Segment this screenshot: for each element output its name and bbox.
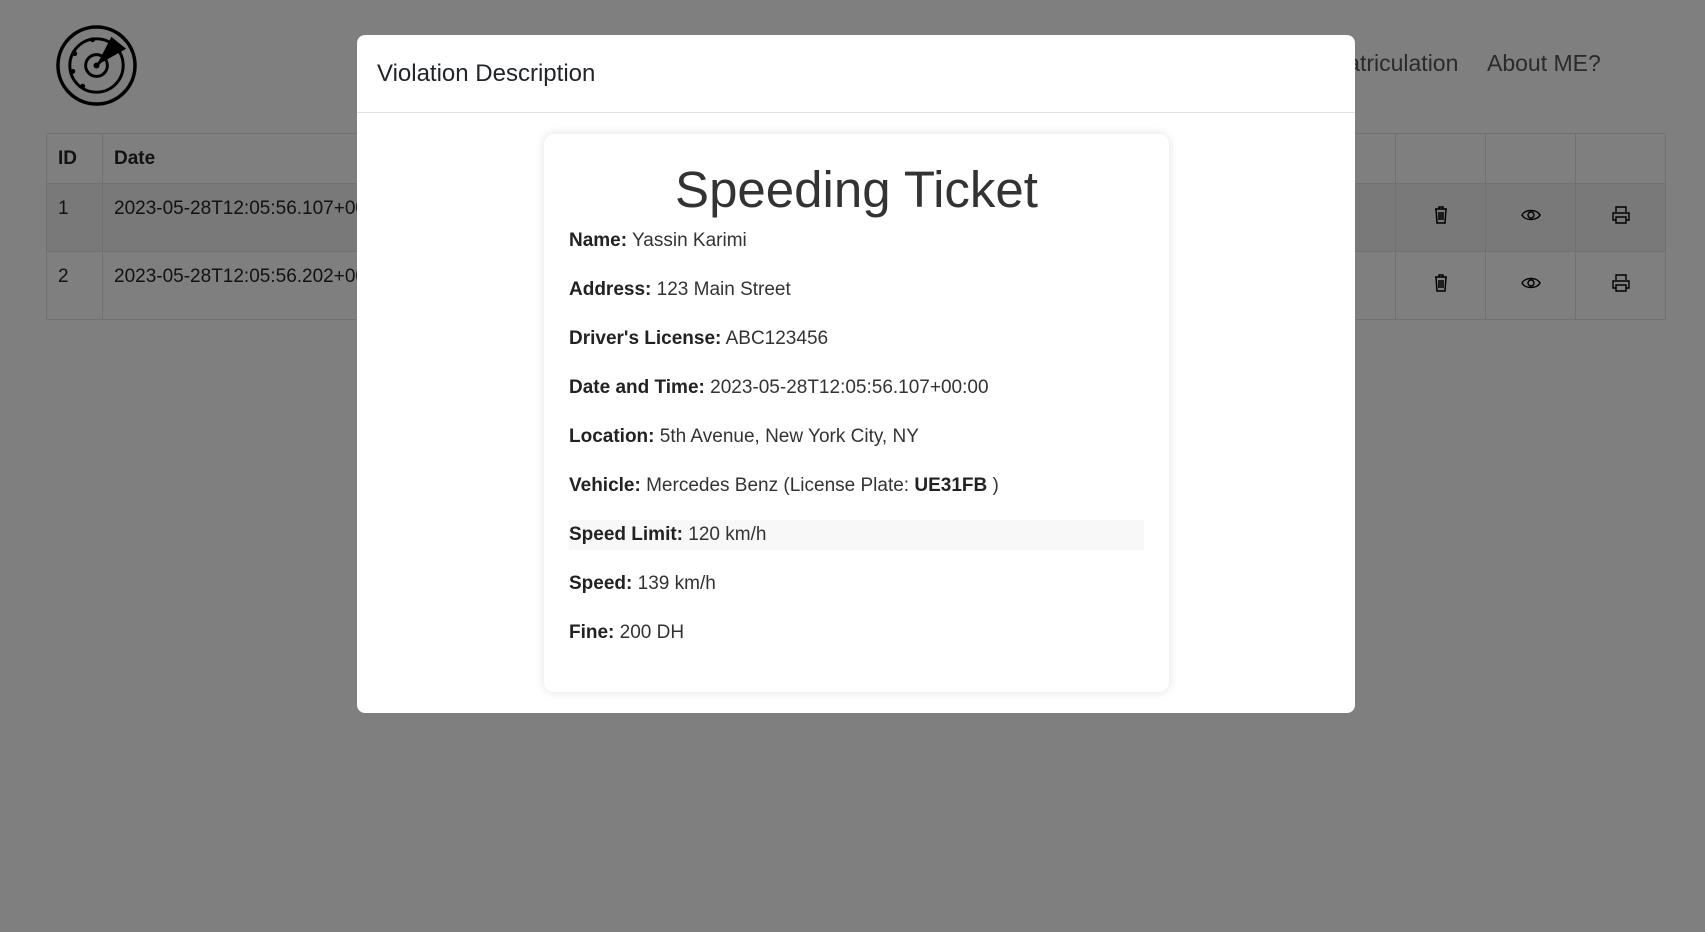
ticket-address-row: Address: 123 Main Street: [569, 275, 1144, 305]
ticket-vehicle-row: Vehicle: Mercedes Benz (License Plate: U…: [569, 471, 1144, 501]
label: Speed:: [569, 573, 633, 594]
label: Address:: [569, 279, 652, 300]
value: 123 Main Street: [656, 279, 791, 300]
ticket-heading: Speeding Ticket: [675, 161, 1038, 218]
ticket-card: Speeding Ticket Name: Yassin Karimi Addr…: [544, 134, 1169, 692]
label: Driver's License:: [569, 328, 722, 349]
value: 120 km/h: [688, 524, 767, 545]
ticket-name-row: Name: Yassin Karimi: [569, 226, 1144, 256]
violation-modal: Violation Description Speeding Ticket Na…: [357, 35, 1355, 713]
label: Speed Limit:: [569, 524, 684, 545]
label: Name:: [569, 230, 628, 251]
modal-title: Violation Description: [377, 59, 596, 87]
label: Location:: [569, 426, 655, 447]
label: Fine:: [569, 622, 615, 643]
modal-header: Violation Description: [357, 35, 1355, 113]
ticket-license-row: Driver's License: ABC123456: [569, 324, 1144, 354]
label: Vehicle:: [569, 475, 641, 496]
ticket-speed-row: Speed: 139 km/h: [569, 569, 1144, 599]
value: 139 km/h: [637, 573, 716, 594]
license-plate: UE31FB: [914, 475, 988, 496]
label: Date and Time:: [569, 377, 705, 398]
ticket-location-row: Location: 5th Avenue, New York City, NY: [569, 422, 1144, 452]
value: Yassin Karimi: [632, 230, 747, 251]
value: 2023-05-28T12:05:56.107+00:00: [710, 377, 989, 398]
ticket-speed-limit-row: Speed Limit: 120 km/h: [569, 520, 1144, 550]
value-end: ): [987, 475, 999, 496]
value: ABC123456: [725, 328, 829, 349]
value: Mercedes Benz (License Plate:: [646, 475, 915, 496]
value: 200 DH: [619, 622, 685, 643]
ticket-fine-row: Fine: 200 DH: [569, 618, 1144, 648]
ticket-datetime-row: Date and Time: 2023-05-28T12:05:56.107+0…: [569, 373, 1144, 403]
value: 5th Avenue, New York City, NY: [659, 426, 919, 447]
